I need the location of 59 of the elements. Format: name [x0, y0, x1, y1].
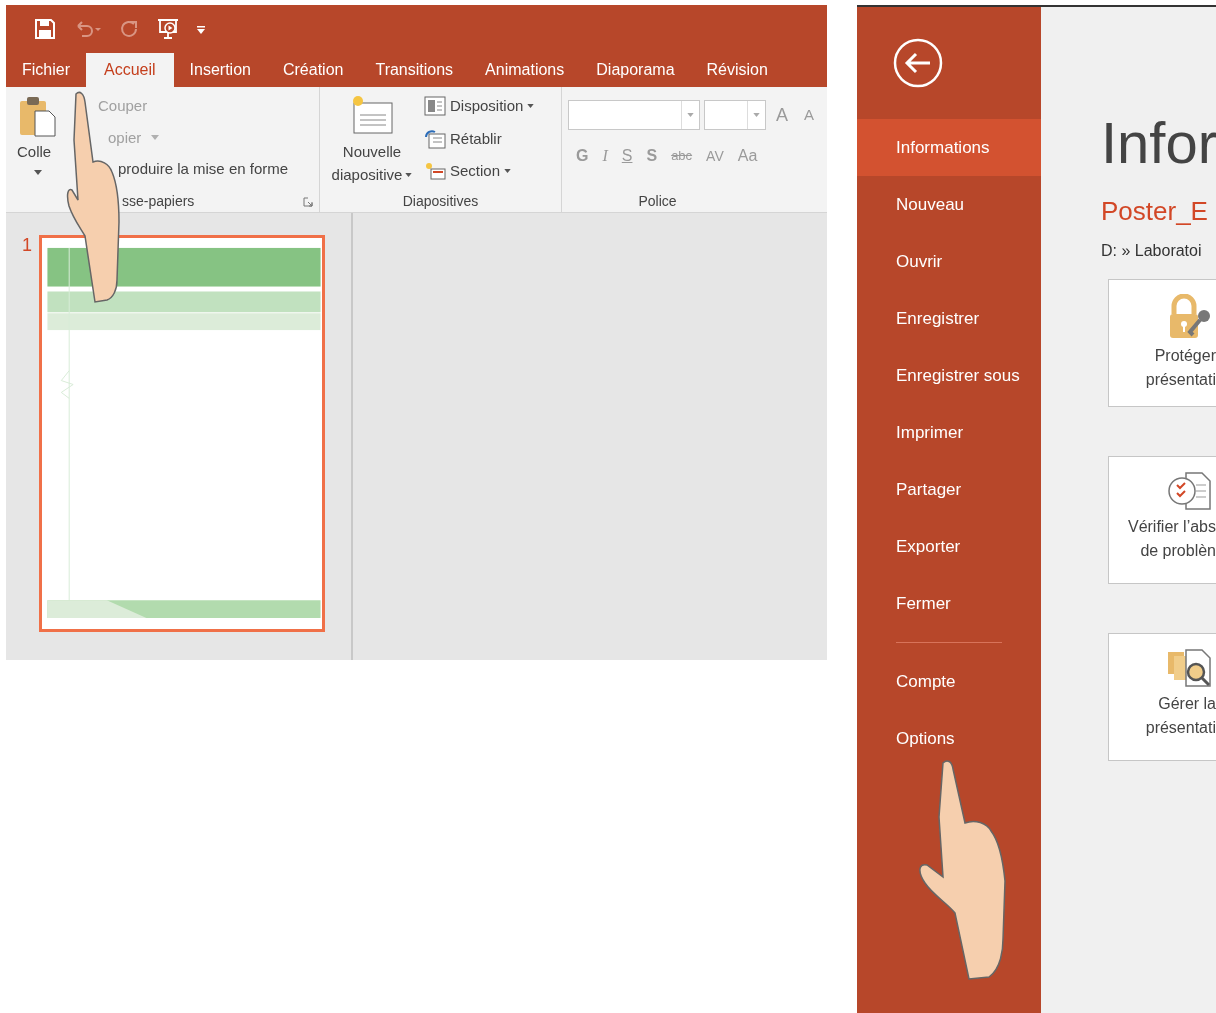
layout-icon[interactable] — [424, 96, 446, 117]
back-icon[interactable] — [893, 38, 943, 88]
action-card[interactable]: Vérifier l’abs de problèn — [1108, 456, 1216, 584]
layout-button[interactable]: Disposition — [450, 95, 524, 118]
save-icon[interactable] — [34, 18, 56, 40]
checklist-icon — [1166, 471, 1212, 511]
card-label: Protéger — [1154, 346, 1216, 366]
menu-item[interactable]: Exporter — [857, 518, 1041, 575]
format-painter-button[interactable]: produire la mise en forme — [118, 158, 289, 181]
paste-label[interactable]: Colle — [6, 141, 52, 164]
menu-item[interactable]: Ouvrir — [857, 233, 1041, 290]
reset-icon[interactable] — [424, 128, 446, 149]
section-button[interactable]: Section — [450, 160, 501, 183]
font-size-field[interactable] — [704, 100, 766, 130]
menu-item[interactable]: Compte — [857, 653, 1041, 710]
card-label: Gérer la — [1158, 694, 1216, 714]
card-label: présentati — [1145, 718, 1216, 738]
group-label: Police — [638, 192, 677, 211]
reset-button[interactable]: Rétablir — [450, 127, 502, 150]
paste-icon[interactable] — [17, 95, 57, 137]
menu-item[interactable]: Enregistrer sous — [857, 347, 1041, 404]
font-name-field[interactable] — [568, 100, 700, 130]
ribbon-tab[interactable]: Fichier — [6, 53, 86, 87]
ribbon-tab[interactable]: Révision — [690, 53, 784, 87]
group-label: sse-papiers — [122, 192, 195, 211]
ribbon-tab[interactable]: Création — [266, 53, 360, 87]
menu-item[interactable]: Nouveau — [857, 176, 1041, 233]
new-slide-button[interactable]: diapositive — [331, 163, 403, 186]
caret-icon[interactable] — [527, 104, 535, 109]
dialog-launcher-icon[interactable] — [303, 196, 313, 207]
card-label: présentati — [1145, 370, 1216, 390]
action-card[interactable]: Gérer la présentati — [1108, 633, 1216, 761]
page-title: Infor — [1101, 109, 1216, 177]
file-path: D: » Laboratoi — [1101, 241, 1203, 261]
slideshow-icon[interactable] — [156, 17, 180, 41]
menu-item[interactable]: Informations — [857, 119, 1041, 176]
menu-item[interactable]: Partager — [857, 461, 1041, 518]
group-label: Diapositives — [402, 192, 479, 211]
caret-icon[interactable] — [504, 169, 512, 174]
caret-icon[interactable] — [34, 169, 42, 175]
menu-item[interactable]: Enregistrer — [857, 290, 1041, 347]
customize-caret-icon[interactable] — [196, 23, 206, 35]
ribbon-tab[interactable]: Insertion — [173, 53, 267, 87]
menu-item[interactable]: Imprimer — [857, 404, 1041, 461]
action-card[interactable]: Protéger présentati — [1108, 279, 1216, 407]
menu-item[interactable]: Fermer — [857, 575, 1041, 632]
card-label: Vérifier l’abs — [1127, 517, 1216, 537]
ribbon-tab[interactable]: Animations — [469, 53, 581, 87]
card-label: de problèn — [1140, 541, 1216, 561]
ribbon-tab[interactable]: Transitions — [359, 53, 470, 87]
file-name: Poster_E — [1101, 195, 1209, 228]
slide-number: 1 — [22, 235, 32, 255]
new-slide-button[interactable]: Nouvelle — [342, 141, 402, 164]
ribbon-tab[interactable]: Diaporama — [580, 53, 691, 87]
documents-search-icon — [1166, 648, 1212, 688]
menu-item[interactable]: Options — [857, 710, 1041, 767]
caret-icon[interactable] — [405, 172, 413, 177]
ribbon-tab[interactable]: Accueil — [86, 53, 174, 87]
section-icon[interactable] — [424, 161, 446, 182]
